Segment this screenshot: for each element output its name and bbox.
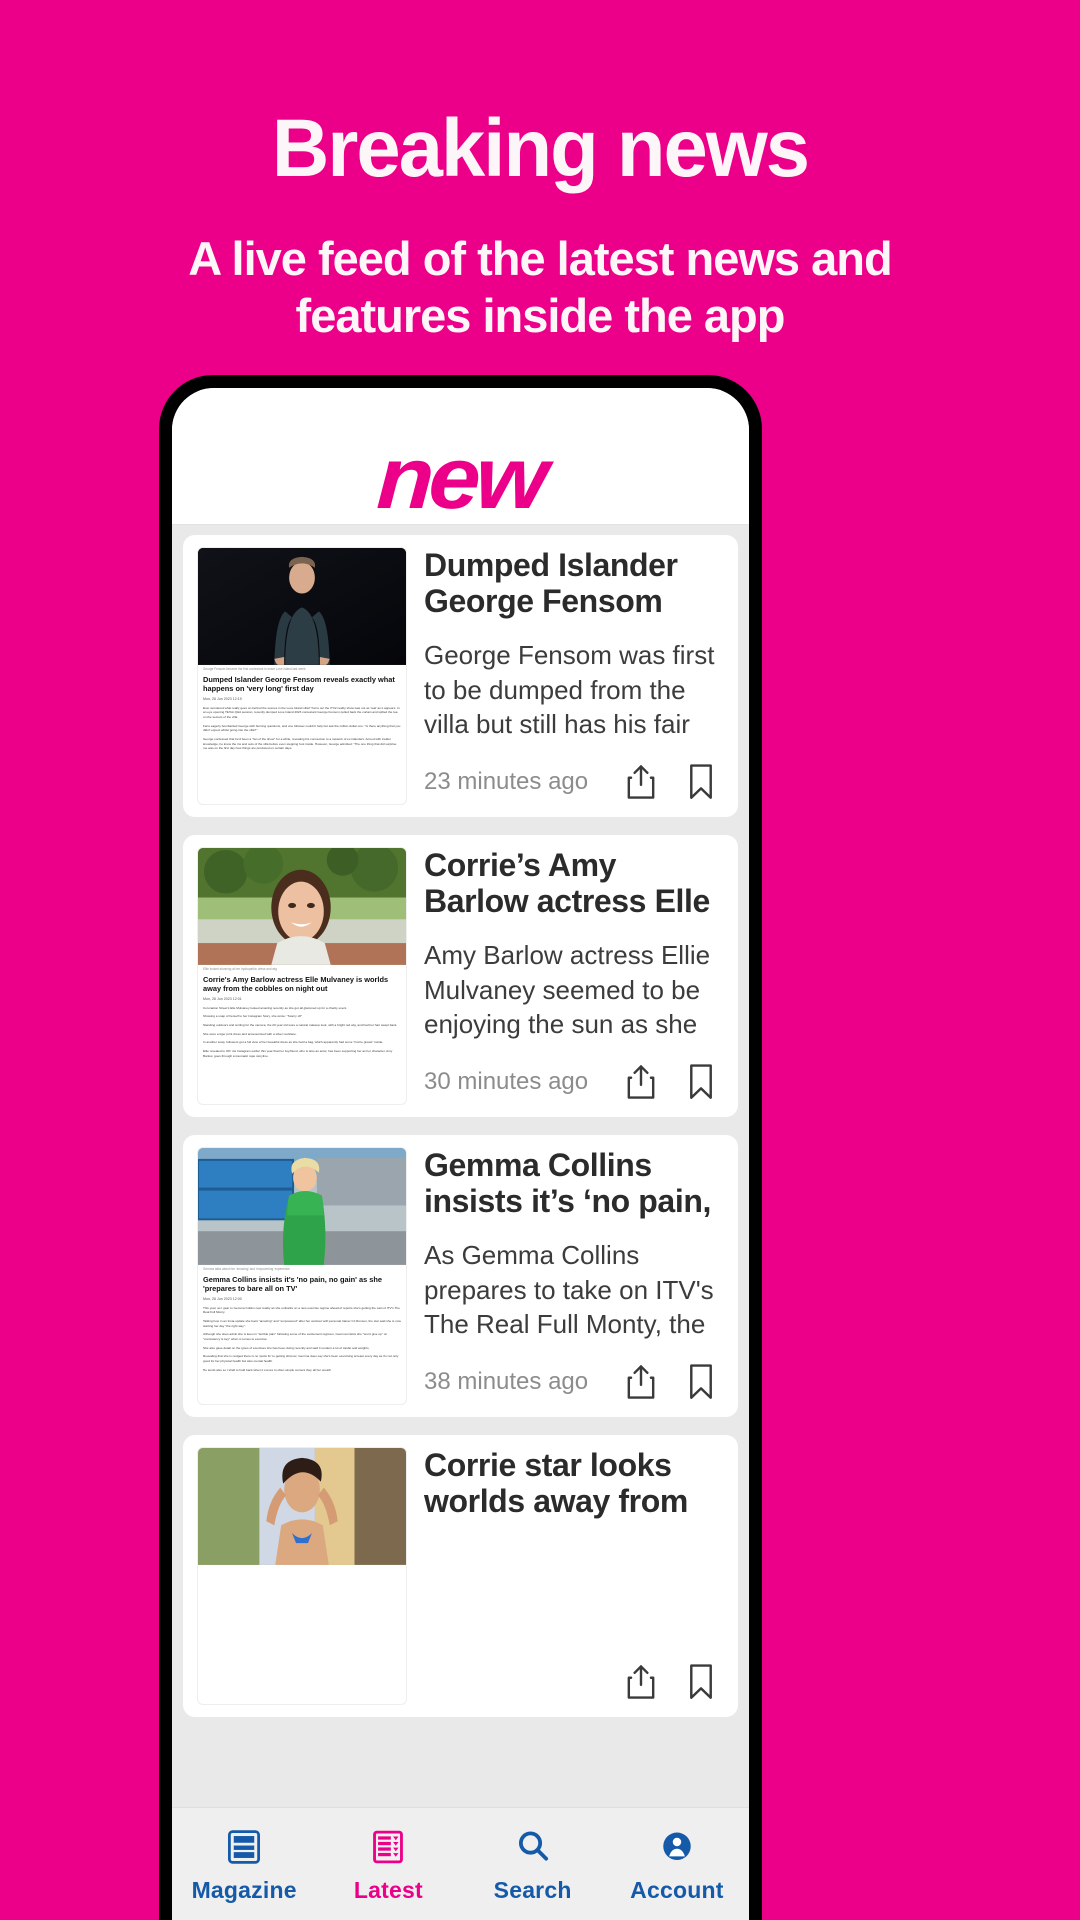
share-icon[interactable] (618, 1359, 664, 1405)
article-description: As Gemma Collins prepares to take on ITV… (424, 1240, 714, 1340)
thumb-caption: Gemma talks about her 'amazing' and 'emp… (203, 1266, 290, 1272)
tab-magazine[interactable]: Magazine (172, 1826, 316, 1904)
app-header: new (172, 388, 749, 527)
tab-label: Magazine (191, 1877, 297, 1903)
thumbnail-image (198, 1448, 406, 1565)
article-thumbnail[interactable]: Ellie looked stunning at her hydropathic… (197, 847, 407, 1105)
article-title: Corrie’s Amy Barlow actress Elle Mulvane… (424, 847, 710, 921)
thumb-paragraph: Fans eagerly bombarded George with burni… (203, 723, 401, 733)
bookmark-icon[interactable] (678, 1359, 724, 1405)
card-body: Dumped Islander George Fensom reveal... … (407, 547, 724, 805)
thumb-paragraph: Coronation Street's Elle Mulvaney looked… (203, 1005, 348, 1010)
news-card[interactable]: Corrie star looks worlds away from Cobbl… (183, 1435, 738, 1717)
card-body: Corrie star looks worlds away from Cobbl… (407, 1447, 724, 1705)
share-icon[interactable] (618, 1059, 664, 1105)
thumb-date: Mon, 26 Jun 2023 12:00 (203, 1296, 242, 1301)
thumbnail-image (198, 548, 406, 665)
thumbnail-image (198, 848, 406, 965)
article-description: George Fensom was first to be dumped fro… (424, 640, 715, 740)
phone-mockup: new George Fensom became the first conte… (159, 375, 762, 1920)
thumb-caption: Ellie looked stunning at her hydropathic… (203, 966, 277, 972)
thumb-paragraph: She also gave detail on the types of exe… (203, 1345, 370, 1350)
thumb-paragraph: Ever wondered what really goes on behind… (203, 705, 400, 720)
thumb-headline: Gemma Collins insists it's 'no pain, no … (203, 1274, 382, 1293)
list-icon (316, 1826, 460, 1868)
article-title: Corrie star looks worlds away from Cobbl… (424, 1447, 688, 1521)
thumbnail-image (198, 1148, 406, 1265)
news-card[interactable]: Gemma talks about her 'amazing' and 'emp… (183, 1135, 738, 1417)
card-footer: 23 minutes ago (424, 759, 724, 805)
news-feed[interactable]: George Fensom became the first contestan… (172, 525, 749, 1807)
article-thumbnail[interactable]: George Fensom became the first contestan… (197, 547, 407, 805)
thumb-paragraph: Ellie revealed to OK! via Instagram earl… (203, 1049, 393, 1058)
promo-title: Breaking news (271, 103, 810, 194)
bookmark-icon[interactable] (678, 759, 724, 805)
article-timestamp: 30 minutes ago (424, 1068, 589, 1095)
phone-screen: new George Fensom became the first conte… (172, 388, 749, 1920)
article-title: Gemma Collins insists it’s ‘no pain, no … (424, 1147, 711, 1221)
magazine-icon (172, 1826, 316, 1868)
thumb-paragraph: In another snap, followers got a full vi… (203, 1040, 384, 1045)
thumb-paragraph: Although she does admit she is keen in "… (203, 1332, 388, 1341)
thumb-paragraph: Talking how in an Insta update she feels… (203, 1319, 401, 1328)
thumb-date: Mon, 26 Jun 2023 12:01 (203, 996, 242, 1001)
thumb-paragraph: Revealing that she is nudged there is no… (203, 1354, 399, 1363)
tab-label: Latest (353, 1877, 423, 1903)
article-thumbnail[interactable] (197, 1447, 407, 1705)
tab-label: Search (493, 1877, 572, 1903)
article-title: Dumped Islander George Fensom reveal... (424, 547, 678, 621)
thumb-paragraph: George confessed that he'd been a "fan o… (203, 737, 397, 751)
card-footer: 30 minutes ago (424, 1059, 724, 1105)
thumbnail-article-preview: George Fensom became the first contestan… (198, 664, 406, 751)
thumbnail-article-preview: Gemma talks about her 'amazing' and 'emp… (198, 1264, 406, 1373)
thumbnail-article-preview: Ellie looked stunning at her hydropathic… (198, 964, 406, 1059)
tab-search[interactable]: Search (461, 1826, 605, 1904)
promo-subtitle: A live feed of the latest news and featu… (188, 232, 892, 343)
thumbnail-article-preview (198, 1564, 406, 1568)
thumb-paragraph: Standing outdoors and smiling for the ca… (203, 1023, 398, 1028)
app-logo[interactable]: new (375, 428, 546, 527)
thumb-paragraph: She wore a tiger print dress and accesso… (203, 1031, 297, 1036)
article-timestamp: 23 minutes ago (424, 768, 589, 795)
card-footer: 38 minutes ago (424, 1359, 724, 1405)
tab-account[interactable]: Account (605, 1826, 749, 1904)
tab-label: Account (630, 1877, 724, 1903)
thumb-paragraph: This year, as I gear to Gemma Collins ne… (203, 1305, 400, 1315)
tab-latest[interactable]: Latest (316, 1826, 460, 1904)
card-body: Gemma Collins insists it’s ‘no pain, no … (407, 1147, 724, 1405)
share-icon[interactable] (618, 759, 664, 805)
news-card[interactable]: Ellie looked stunning at her hydropathic… (183, 835, 738, 1117)
thumb-headline: Dumped Islander George Fensom reveals ex… (203, 674, 395, 693)
bookmark-icon[interactable] (678, 1659, 724, 1705)
bottom-tab-bar: Magazine Latest Search Account (172, 1807, 749, 1920)
promo-block: Breaking news A live feed of the latest … (0, 0, 1080, 345)
article-thumbnail[interactable]: Gemma talks about her 'amazing' and 'emp… (197, 1147, 407, 1405)
thumb-date: Mon, 26 Jun 2023 12:19 (203, 696, 242, 701)
search-icon (461, 1826, 605, 1868)
account-icon (605, 1826, 749, 1868)
bookmark-icon[interactable] (678, 1059, 724, 1105)
thumb-paragraph: He tends also so I shall to hold back wh… (203, 1367, 331, 1372)
card-footer (424, 1659, 724, 1705)
article-timestamp: 38 minutes ago (424, 1368, 589, 1395)
share-icon[interactable] (618, 1659, 664, 1705)
article-description: Amy Barlow actress Ellie Mulvaney seemed… (424, 940, 711, 1040)
thumb-paragraph: Showing a snap of herself to her Instagr… (203, 1014, 302, 1019)
phone-frame: new George Fensom became the first conte… (159, 375, 762, 1920)
card-body: Corrie’s Amy Barlow actress Elle Mulvane… (407, 847, 724, 1105)
thumb-headline: Corrie's Amy Barlow actress Elle Mulvane… (203, 974, 389, 993)
news-card[interactable]: George Fensom became the first contestan… (183, 535, 738, 817)
thumb-caption: George Fensom became the first contestan… (203, 666, 306, 672)
